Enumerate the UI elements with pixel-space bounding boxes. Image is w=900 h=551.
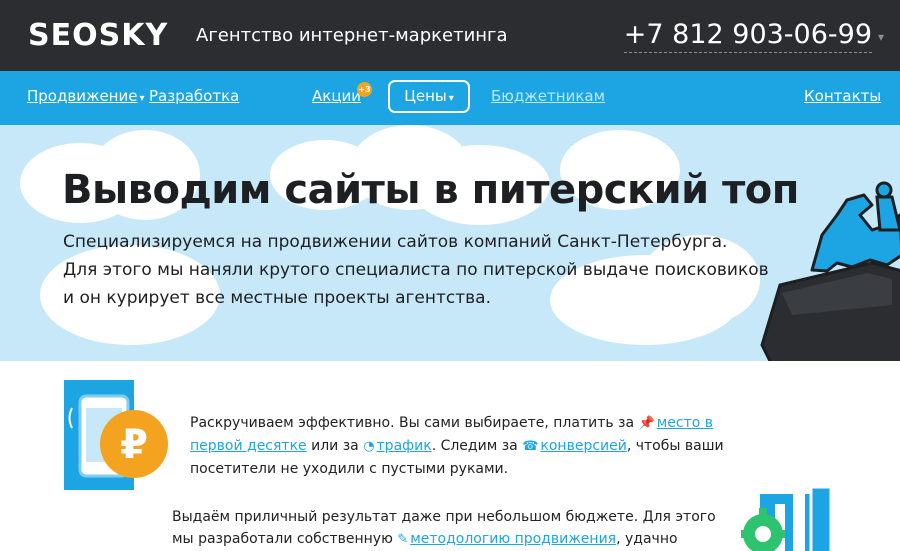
hero-section: Выводим сайты в питерский топ Специализи… bbox=[0, 125, 900, 361]
promotions-count-badge: +3 bbox=[357, 82, 372, 97]
top-header: SEOSKY Агентство интернет-маркетинга +7 … bbox=[0, 0, 900, 71]
hero-line-2: Для этого мы наняли крутого специалиста … bbox=[63, 260, 769, 280]
hero-line-3: и он курирует все местные проекты агентс… bbox=[63, 288, 491, 308]
nav-item-contacts[interactable]: Контакты bbox=[804, 86, 881, 106]
link-conversion[interactable]: конверсией bbox=[540, 438, 626, 454]
hero-line-1: Специализируемся на продвижении сайтов к… bbox=[63, 232, 728, 252]
gear-chart-icon bbox=[741, 485, 833, 551]
chevron-down-icon[interactable]: ▾ bbox=[878, 30, 884, 44]
nav-item-promotion-label: Продвижение bbox=[27, 87, 138, 105]
phone-number[interactable]: +7 812 903-06-99 bbox=[623, 18, 872, 53]
feature-1-text-part: или за bbox=[306, 438, 364, 454]
chevron-down-icon: ▾ bbox=[448, 93, 454, 104]
ruble-payment-icon: ₽ bbox=[64, 380, 168, 490]
chevron-down-icon: ▾ bbox=[139, 93, 145, 104]
nav-item-promotion[interactable]: Продвижение ▾ bbox=[27, 86, 145, 109]
main-nav: Продвижение ▾ Разработка Акции +3 Цены ▾ Б… bbox=[0, 71, 900, 125]
feature-1-text-part: . Следим за bbox=[431, 438, 523, 454]
link-methodology[interactable]: методологию продвижения bbox=[410, 531, 616, 547]
magic-wand-icon: ✎ bbox=[397, 532, 409, 547]
feature-1-text-part: Раскручиваем эффективно. Вы сами выбирае… bbox=[190, 415, 639, 431]
nav-item-prices-label: Цены bbox=[404, 87, 447, 105]
tagline: Агентство интернет-маркетинга bbox=[196, 25, 508, 46]
pushpin-icon: 📌 bbox=[638, 416, 655, 431]
feature-1-text: Раскручиваем эффективно. Вы сами выбирае… bbox=[190, 412, 750, 480]
svg-text:₽: ₽ bbox=[120, 422, 148, 468]
speedometer-icon: ◔ bbox=[363, 439, 375, 454]
nav-item-development[interactable]: Разработка bbox=[149, 86, 239, 106]
nav-item-promotions[interactable]: Акции bbox=[312, 86, 361, 106]
bronze-horseman-illustration bbox=[760, 181, 900, 361]
nav-item-prices[interactable]: Цены ▾ bbox=[388, 80, 470, 113]
link-traffic[interactable]: трафик bbox=[377, 438, 432, 454]
hero-description: Специализируемся на продвижении сайтов к… bbox=[63, 228, 783, 312]
hero-title: Выводим сайты в питерский топ bbox=[62, 167, 799, 213]
logo[interactable]: SEOSKY bbox=[28, 19, 168, 53]
nav-item-budget[interactable]: Бюджетникам bbox=[491, 86, 605, 106]
feature-2-text: Выдаём приличный результат даже при небо… bbox=[172, 506, 732, 551]
phone-icon: ☎ bbox=[522, 439, 539, 454]
